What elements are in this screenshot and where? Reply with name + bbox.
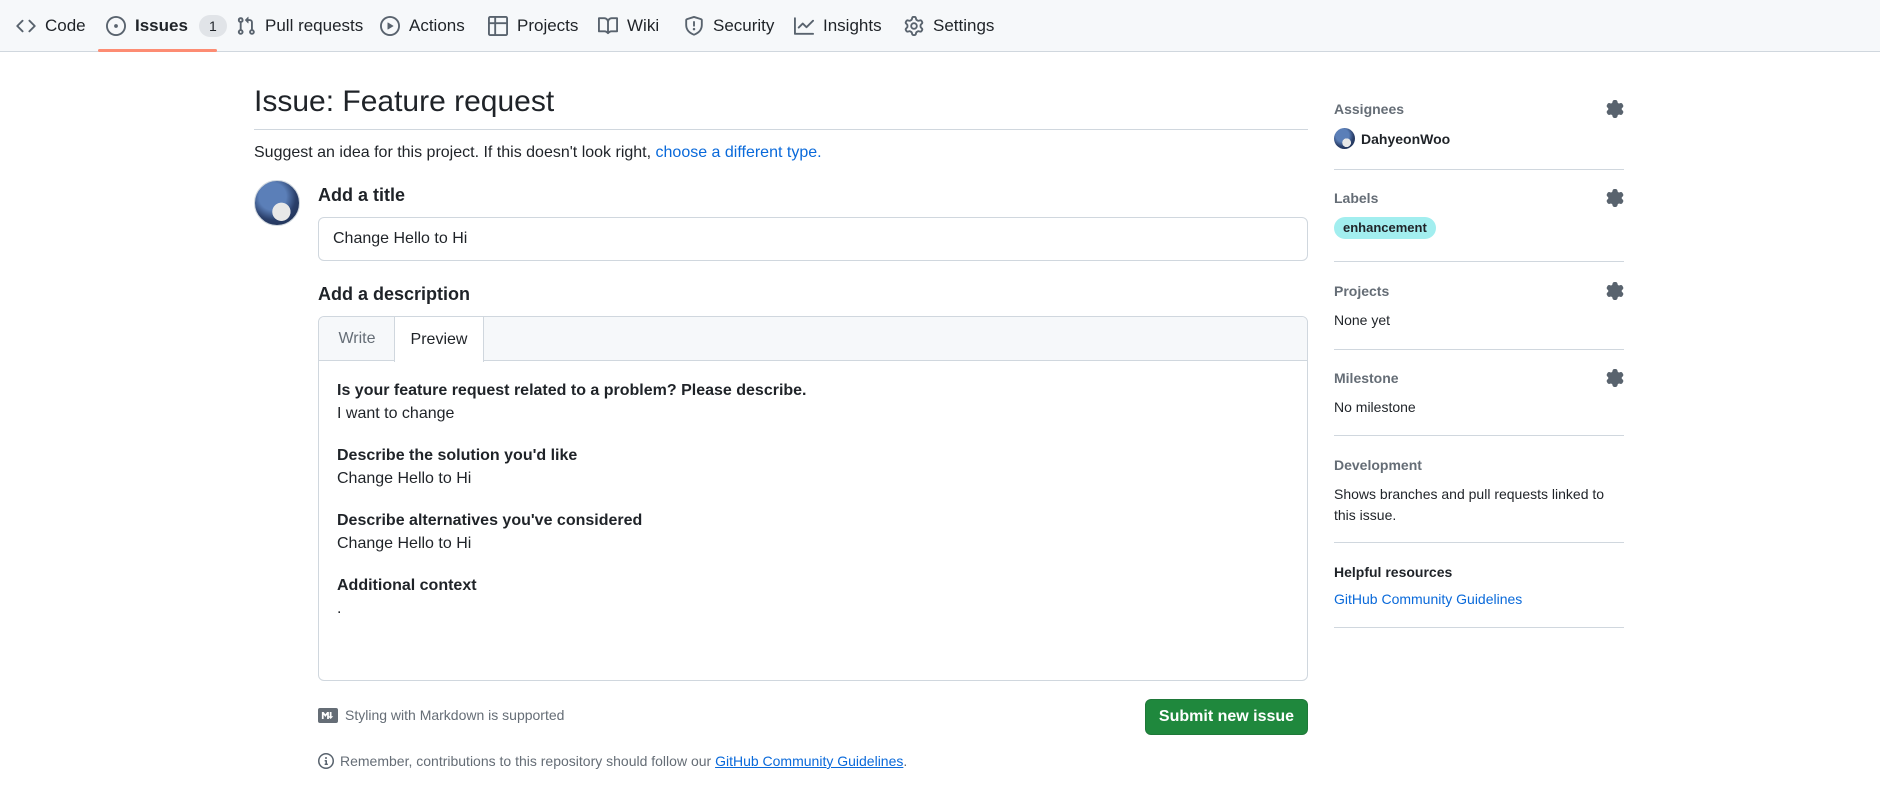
- projects-value: None yet: [1334, 312, 1391, 328]
- labels-heading: Labels: [1334, 190, 1379, 206]
- markdown-supported-note: Styling with Markdown is supported: [318, 707, 564, 723]
- sidebar-divider: [1334, 627, 1624, 628]
- tab-preview[interactable]: Preview: [394, 317, 484, 362]
- tab-code-label: Code: [45, 16, 86, 35]
- repo-nav: Code Issues 1 Pull requests Actions Proj…: [0, 0, 1880, 52]
- description-heading: Add a description: [318, 284, 471, 304]
- tab-issues[interactable]: Issues 1: [106, 0, 227, 52]
- tab-security[interactable]: Security: [684, 0, 774, 52]
- tab-settings-label: Settings: [933, 16, 995, 35]
- issues-counter: 1: [198, 15, 227, 37]
- editor-tab-bar: Write Preview: [319, 317, 1307, 362]
- contribution-reminder: Remember, contributions to this reposito…: [318, 753, 907, 769]
- tab-code[interactable]: Code: [16, 0, 86, 52]
- sidebar-helpful-resources: Helpful resources GitHub Community Guide…: [1334, 562, 1624, 607]
- choose-different-type-link[interactable]: choose a different type.: [656, 144, 822, 161]
- selected-tab-underline: [98, 49, 217, 52]
- preview-answer: .: [337, 600, 342, 617]
- sidebar-divider: [1334, 542, 1624, 543]
- book-icon: [598, 16, 618, 36]
- tab-projects[interactable]: Projects: [488, 0, 578, 52]
- development-value: Shows branches and pull requests linked …: [1334, 486, 1605, 523]
- tab-issues-label: Issues: [135, 16, 188, 35]
- projects-heading: Projects: [1334, 283, 1390, 299]
- assignees-gear-icon[interactable]: [1606, 100, 1624, 118]
- subtitle-text: Suggest an idea for this project. If thi…: [254, 144, 652, 161]
- preview-content: Is your feature request related to a pro…: [337, 379, 1289, 639]
- sidebar-divider: [1334, 169, 1624, 170]
- title-divider: [254, 129, 1308, 130]
- submit-new-issue-button[interactable]: Submit new issue: [1145, 699, 1308, 735]
- issue-type-subtitle: Suggest an idea for this project. If thi…: [254, 141, 822, 165]
- preview-answer: I want to change: [337, 405, 455, 422]
- table-icon: [488, 16, 508, 36]
- sidebar-projects: Projects None yet: [1334, 281, 1624, 331]
- tab-projects-label: Projects: [517, 16, 579, 35]
- assignee-item[interactable]: DahyeonWoo: [1334, 128, 1624, 149]
- description-editor: Write Preview Is your feature request re…: [318, 316, 1308, 681]
- helpful-resources-heading: Helpful resources: [1334, 564, 1453, 580]
- graph-icon: [794, 16, 814, 36]
- page-title: Issue: Feature request: [254, 85, 555, 118]
- sidebar-divider: [1334, 349, 1624, 350]
- preview-answer: Change Hello to Hi: [337, 535, 472, 552]
- shield-icon: [684, 16, 704, 36]
- gear-icon: [904, 16, 924, 36]
- sidebar-milestone: Milestone No milestone: [1334, 368, 1624, 418]
- preview-question: Describe alternatives you've considered: [337, 512, 643, 529]
- preview-question: Is your feature request related to a pro…: [337, 382, 807, 399]
- tab-insights-label: Insights: [823, 16, 882, 35]
- preview-section: Describe the solution you'd like Change …: [337, 444, 1289, 490]
- preview-question: Additional context: [337, 577, 477, 594]
- sidebar-assignees: Assignees DahyeonWoo: [1334, 99, 1624, 149]
- sidebar-divider: [1334, 261, 1624, 262]
- tab-settings[interactable]: Settings: [904, 0, 994, 52]
- markdown-icon: [318, 707, 338, 723]
- markdown-note-text: Styling with Markdown is supported: [345, 707, 565, 723]
- reminder-text: Remember, contributions to this reposito…: [340, 753, 908, 769]
- tab-pull-requests[interactable]: Pull requests: [236, 0, 363, 52]
- preview-section: Additional context .: [337, 574, 1289, 620]
- title-heading: Add a title: [318, 185, 406, 205]
- development-heading: Development: [1334, 457, 1422, 473]
- tab-security-label: Security: [713, 16, 775, 35]
- tab-pull-requests-label: Pull requests: [265, 16, 364, 35]
- git-pull-request-icon: [236, 16, 256, 36]
- tab-wiki[interactable]: Wiki: [598, 0, 659, 52]
- info-icon: [318, 753, 334, 769]
- community-guidelines-sidebar-link[interactable]: GitHub Community Guidelines: [1334, 591, 1522, 607]
- milestone-heading: Milestone: [1334, 370, 1399, 386]
- tab-write[interactable]: Write: [319, 317, 395, 361]
- code-icon: [16, 16, 36, 36]
- title-input[interactable]: [318, 217, 1308, 261]
- play-icon: [380, 16, 400, 36]
- tab-insights[interactable]: Insights: [794, 0, 882, 52]
- community-guidelines-link[interactable]: GitHub Community Guidelines: [715, 753, 903, 769]
- milestone-gear-icon[interactable]: [1606, 369, 1624, 387]
- sidebar-divider: [1334, 435, 1624, 436]
- tab-actions[interactable]: Actions: [380, 0, 465, 52]
- milestone-value: No milestone: [1334, 399, 1416, 415]
- preview-answer: Change Hello to Hi: [337, 470, 472, 487]
- sidebar-development: Development Shows branches and pull requ…: [1334, 455, 1624, 526]
- label-enhancement[interactable]: enhancement: [1334, 217, 1436, 239]
- projects-gear-icon[interactable]: [1606, 282, 1624, 300]
- preview-section: Describe alternatives you've considered …: [337, 509, 1289, 555]
- assignee-name: DahyeonWoo: [1361, 130, 1451, 147]
- labels-gear-icon[interactable]: [1606, 189, 1624, 207]
- assignee-avatar: [1334, 128, 1355, 149]
- tab-actions-label: Actions: [409, 16, 465, 35]
- sidebar-labels: Labels enhancement: [1334, 188, 1624, 239]
- assignees-heading: Assignees: [1334, 101, 1405, 117]
- issue-opened-icon: [106, 16, 126, 36]
- author-avatar: [254, 180, 300, 226]
- preview-section: Is your feature request related to a pro…: [337, 379, 1289, 425]
- preview-question: Describe the solution you'd like: [337, 447, 578, 464]
- tab-wiki-label: Wiki: [627, 16, 660, 35]
